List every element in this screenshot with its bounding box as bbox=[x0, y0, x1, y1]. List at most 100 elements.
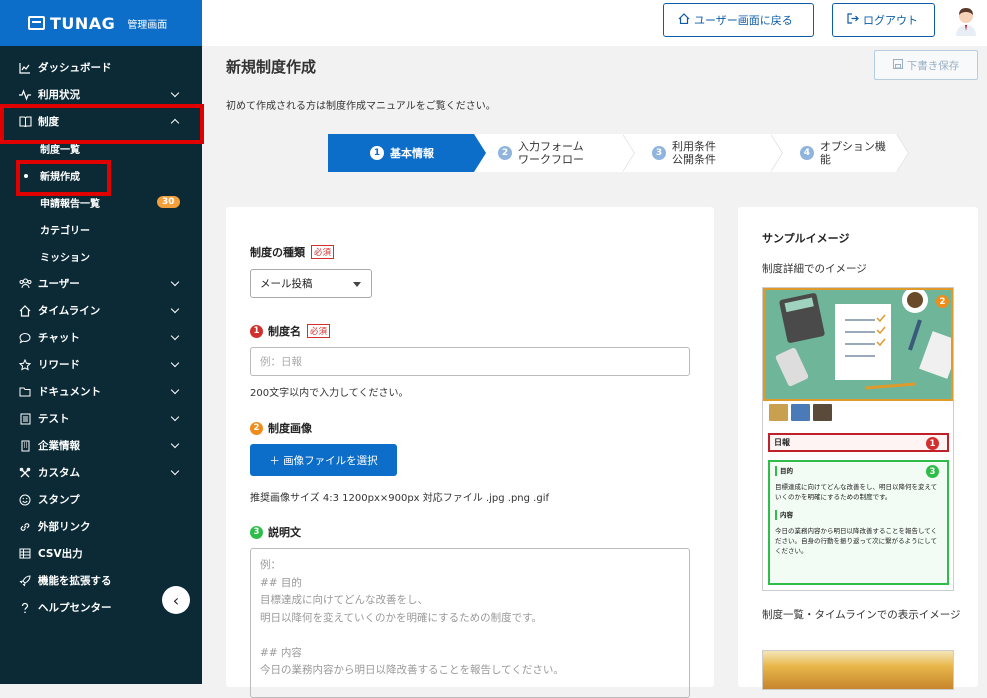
question-icon bbox=[18, 601, 32, 615]
sidebar-item-label: チャット bbox=[38, 332, 80, 344]
sidebar-item-csv[interactable]: CSV出力 bbox=[0, 540, 202, 567]
sidebar-subitem-mission[interactable]: ミッション bbox=[0, 243, 202, 270]
sidebar-item-label: 利用状況 bbox=[38, 89, 80, 101]
sample-preview-frame: 2 日報 1 3 目的 目標達成に向けてどんな改善をし、明日以降何を変えていくの… bbox=[762, 287, 954, 591]
save-draft-button[interactable]: 下書き保存 bbox=[874, 50, 978, 80]
sidebar-item-dashboard[interactable]: ダッシュボード bbox=[0, 54, 202, 81]
top-header: ユーザー画面に戻る ログアウト bbox=[202, 0, 987, 46]
name-label-text: 制度名 bbox=[268, 325, 301, 338]
step-label: 利用条件 公開条件 bbox=[672, 140, 716, 166]
logout-button[interactable]: ログアウト bbox=[832, 3, 935, 37]
step-label-line2: 公開条件 bbox=[672, 153, 716, 166]
name-field-label: 1 制度名 必須 bbox=[250, 323, 331, 339]
chevron-down-icon bbox=[170, 304, 180, 314]
brand-name: TUNAG bbox=[50, 13, 116, 33]
logout-icon bbox=[847, 13, 859, 27]
brand-header[interactable]: TUNAG 管理画面 bbox=[0, 0, 202, 46]
sidebar-item-external-link[interactable]: 外部リンク bbox=[0, 513, 202, 540]
step-1[interactable]: 1 基本情報 bbox=[328, 134, 486, 172]
home-icon bbox=[678, 13, 690, 27]
step-number: 4 bbox=[800, 146, 814, 160]
chevron-down-icon bbox=[170, 466, 180, 476]
sidebar-item-label: スタンプ bbox=[38, 494, 80, 506]
placeholder-line: 明日以降何を変えていくのかを明確にするための制度です。 bbox=[260, 611, 543, 624]
sidebar-item-timeline[interactable]: タイムライン bbox=[0, 297, 202, 324]
page-title: 新規制度作成 bbox=[226, 58, 317, 76]
sidebar-item-label: CSV出力 bbox=[38, 548, 83, 560]
dropdown-arrow-icon bbox=[353, 282, 361, 287]
step-2[interactable]: 2 入力フォーム ワークフロー bbox=[474, 134, 635, 172]
sample-name-text: 日報 bbox=[774, 438, 790, 447]
sample-name-row: 日報 1 bbox=[768, 433, 949, 452]
back-to-user-button[interactable]: ユーザー画面に戻る bbox=[663, 3, 814, 37]
sidebar-item-label: ダッシュボード bbox=[38, 62, 112, 74]
sample-content-text: 今日の業務内容から明日以降改善することを報告してください。自身の行動を振り返って… bbox=[775, 527, 938, 555]
sidebar-item-chat[interactable]: チャット bbox=[0, 324, 202, 351]
step-label-line2: ワークフロー bbox=[518, 153, 584, 166]
brand-subtitle: 管理画面 bbox=[127, 19, 168, 31]
sidebar-item-label: カスタム bbox=[38, 467, 80, 479]
sample-illustration: 2 bbox=[763, 288, 953, 401]
description-textarea[interactable]: 例： ## 目的 目標達成に向けてどんな改善をし、 明日以降何を変えていくのかを… bbox=[250, 548, 690, 698]
placeholder-blank-line bbox=[260, 627, 680, 645]
step-arrow bbox=[896, 134, 908, 172]
image-field-label: 2 制度画像 bbox=[250, 420, 312, 436]
sidebar-item-users[interactable]: ユーザー bbox=[0, 270, 202, 297]
step-4[interactable]: 4 オプション機能 bbox=[770, 134, 909, 172]
avatar[interactable] bbox=[952, 6, 980, 36]
sample-purpose-text: 目標達成に向けてどんな改善をし、明日以降何を変えていくのかを明確にするための制度… bbox=[775, 483, 938, 501]
sample-list-label: 制度一覧・タイムラインでの表示イメージ bbox=[762, 609, 961, 621]
step-arrow bbox=[474, 134, 486, 172]
sidebar-item-document[interactable]: ドキュメント bbox=[0, 378, 202, 405]
thumbnail bbox=[791, 404, 810, 421]
highlight-box-new bbox=[16, 160, 111, 196]
step-3[interactable]: 3 利用条件 公開条件 bbox=[622, 134, 783, 172]
list-icon bbox=[18, 412, 32, 426]
sample-list-image bbox=[762, 650, 954, 690]
form-card: 制度の種類 必須 メール投稿 1 制度名 必須 例：日報 200文字以内で入力し… bbox=[226, 207, 714, 698]
select-image-button[interactable]: ＋ 画像ファイルを選択 bbox=[250, 444, 397, 476]
sidebar-subitem-label: カテゴリー bbox=[40, 226, 90, 237]
link-icon bbox=[18, 520, 32, 534]
sidebar-item-label: タイムライン bbox=[38, 305, 101, 317]
sidebar-item-custom[interactable]: カスタム bbox=[0, 459, 202, 486]
save-icon bbox=[892, 58, 903, 72]
name-input[interactable]: 例：日報 bbox=[250, 347, 690, 376]
sample-marker-1: 1 bbox=[926, 437, 939, 450]
sidebar-item-reward[interactable]: リワード bbox=[0, 351, 202, 378]
sidebar-item-stamp[interactable]: スタンプ bbox=[0, 486, 202, 513]
save-draft-label: 下書き保存 bbox=[906, 59, 960, 72]
type-select-value: メール投稿 bbox=[260, 278, 313, 290]
required-badge: 必須 bbox=[307, 324, 331, 338]
sample-description-box: 3 目的 目標達成に向けてどんな改善をし、明日以降何を変えていくのかを明確にする… bbox=[768, 460, 949, 585]
pulse-icon bbox=[18, 88, 32, 102]
step-marker-1: 1 bbox=[250, 324, 263, 338]
name-input-placeholder: 例：日報 bbox=[260, 356, 302, 368]
description-field-label: 3 説明文 bbox=[250, 524, 301, 540]
sample-detail-label: 制度詳細でのイメージ bbox=[762, 263, 867, 275]
tools-icon bbox=[18, 466, 32, 480]
sidebar-subitem-category[interactable]: カテゴリー bbox=[0, 216, 202, 243]
step-label: 入力フォーム ワークフロー bbox=[518, 140, 584, 166]
sidebar-item-test[interactable]: テスト bbox=[0, 405, 202, 432]
sidebar-item-company[interactable]: 企業情報 bbox=[0, 432, 202, 459]
main-content: 新規制度作成 下書き保存 初めて作成される方は制度作成マニュアルをご覧ください。… bbox=[202, 46, 987, 698]
sample-thumbnails bbox=[769, 404, 832, 421]
sample-marker-3: 3 bbox=[926, 465, 939, 478]
type-select[interactable]: メール投稿 bbox=[250, 269, 372, 298]
chart-icon bbox=[18, 61, 32, 75]
logo-icon bbox=[28, 16, 45, 30]
sidebar: TUNAG 管理画面 ダッシュボード 利用状況 制度 制度一覧 新規作成 申請報… bbox=[0, 0, 202, 684]
chevron-down-icon bbox=[170, 277, 180, 287]
sample-purpose-title: 目的 bbox=[775, 466, 942, 476]
intro-text: 初めて作成される方は制度作成マニュアルをご覧ください。 bbox=[226, 101, 496, 112]
home-icon bbox=[18, 304, 32, 318]
chevron-down-icon bbox=[170, 358, 180, 368]
placeholder-line: 今日の業務内容から明日以降改善することを報告してください。 bbox=[260, 664, 564, 676]
sidebar-item-label: 機能を拡張する bbox=[38, 575, 112, 587]
step-label-line1: 入力フォーム bbox=[518, 140, 584, 153]
chevron-down-icon bbox=[170, 88, 180, 98]
step-number: 2 bbox=[498, 146, 512, 160]
collapse-sidebar-button[interactable]: ‹ bbox=[162, 586, 190, 614]
highlight-box-system bbox=[0, 104, 204, 144]
